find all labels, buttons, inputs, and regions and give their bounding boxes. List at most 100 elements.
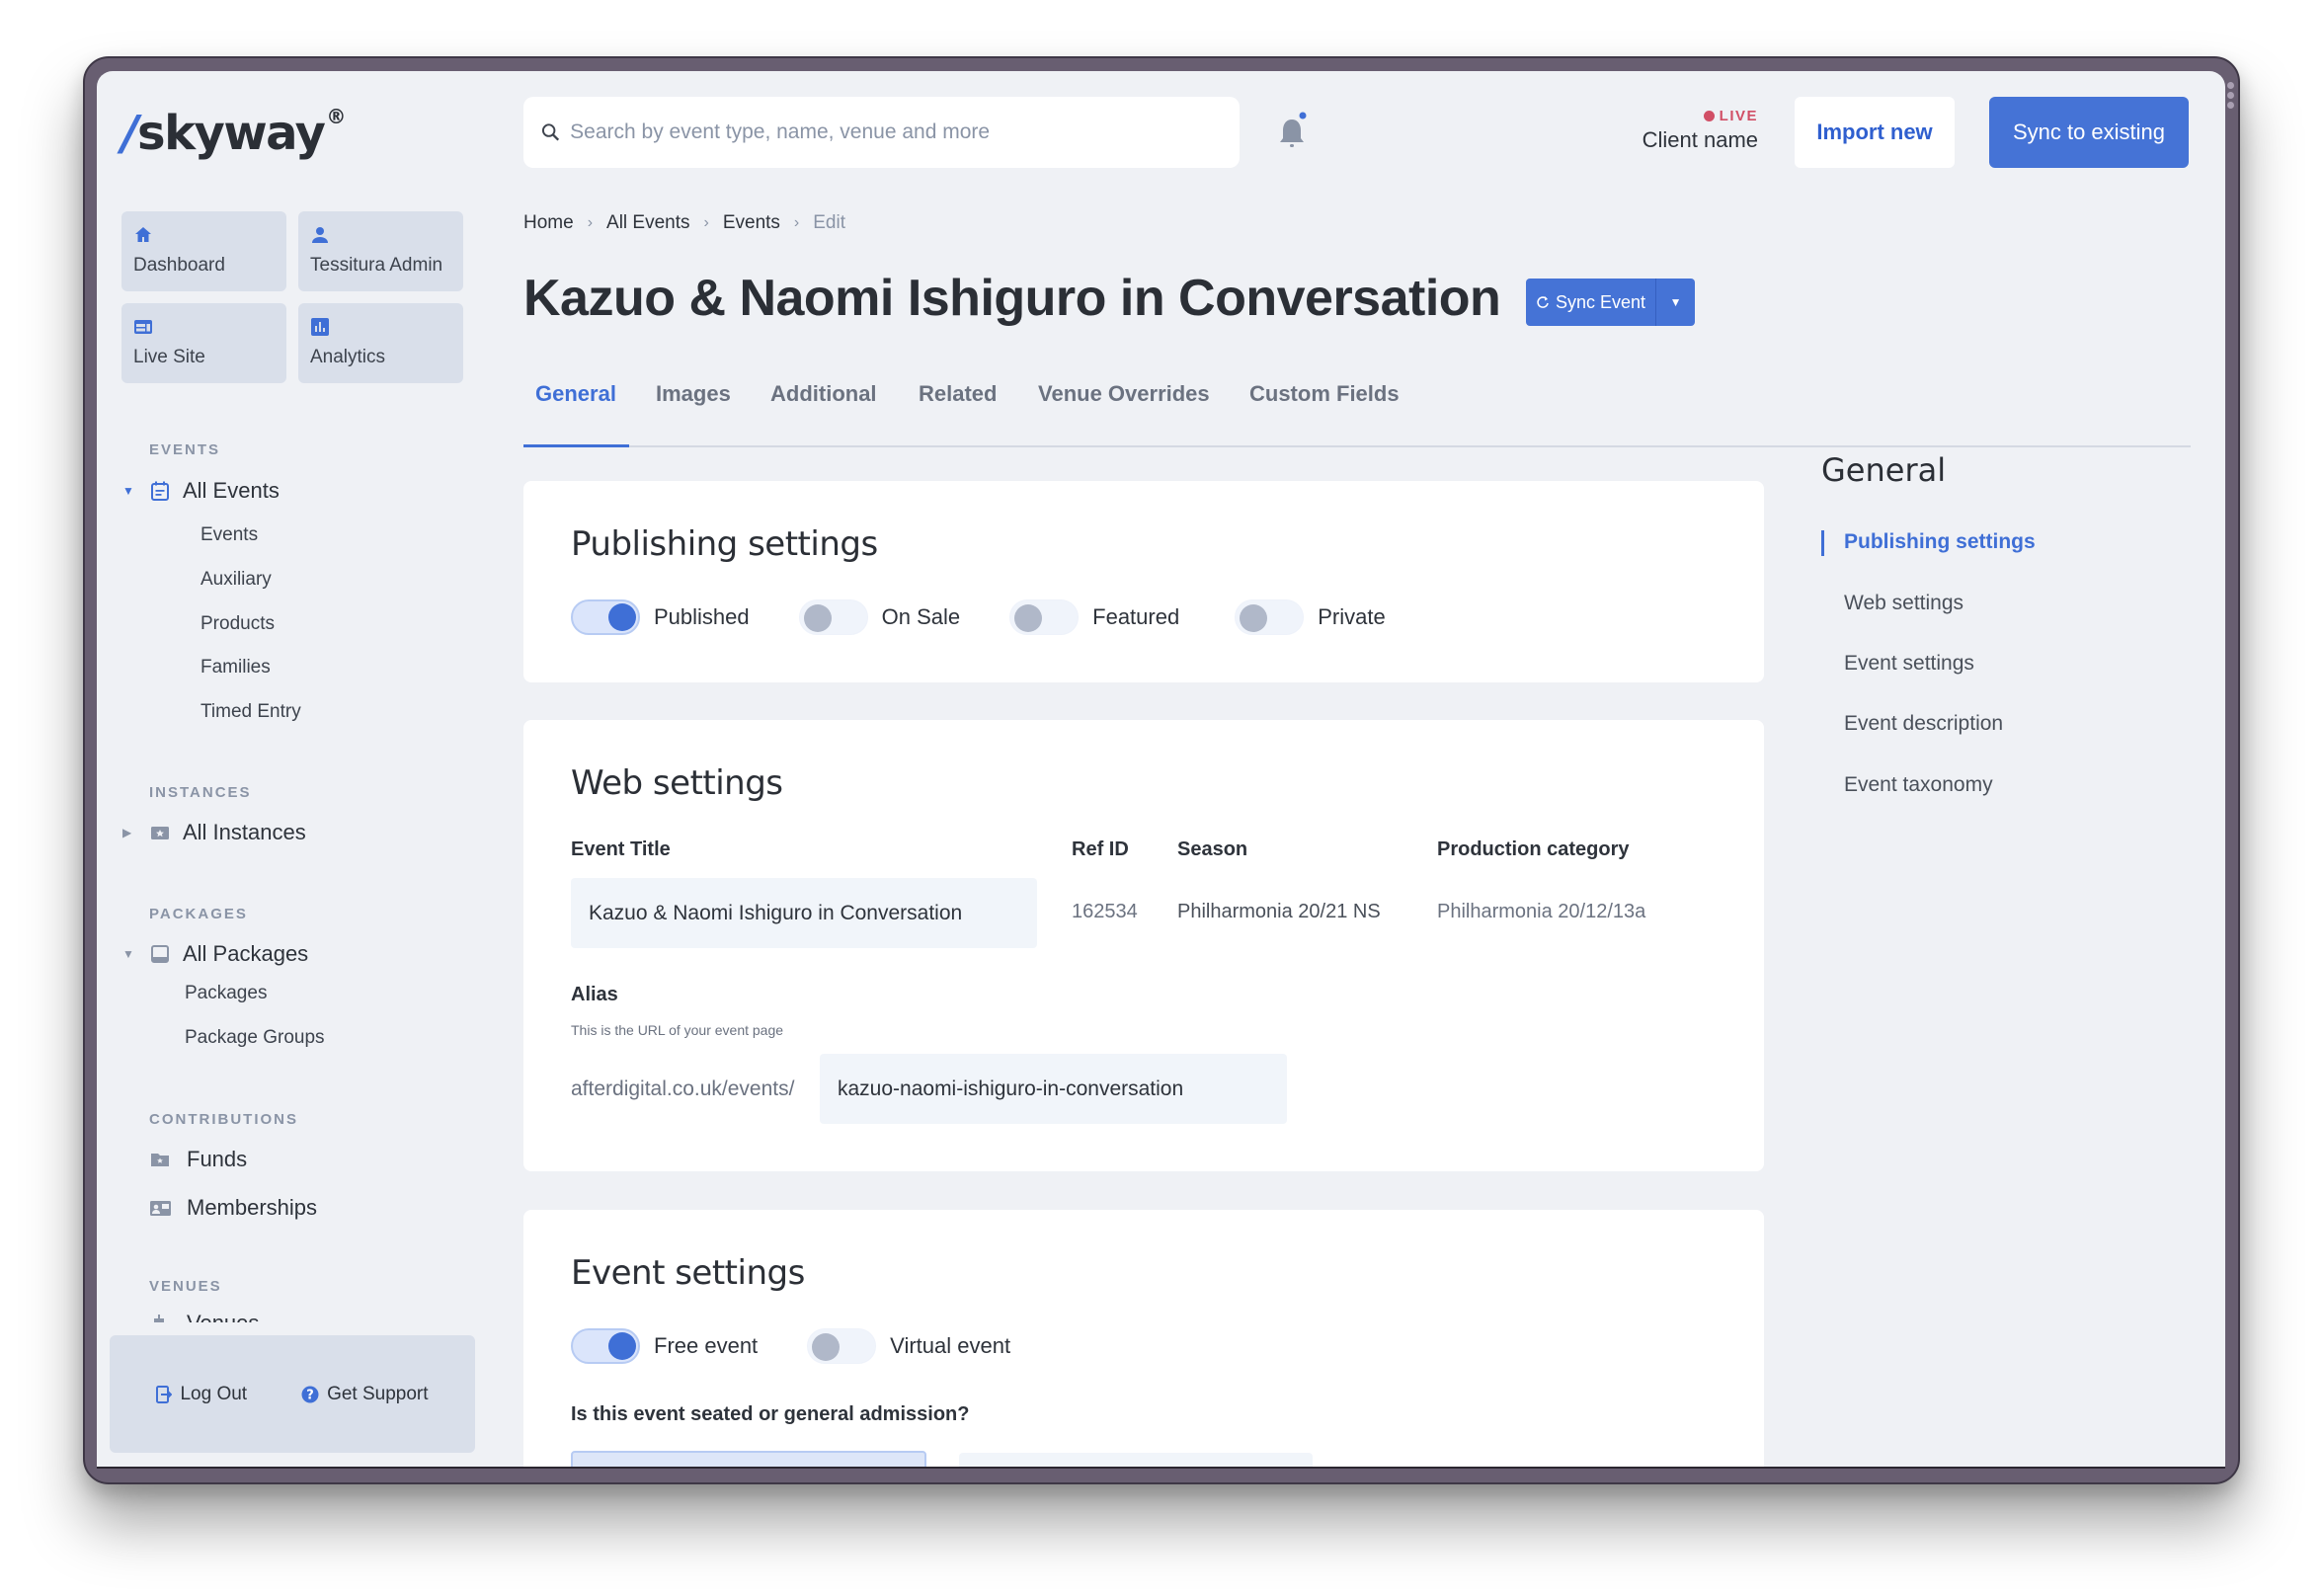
- toggle-virtual-event[interactable]: Virtual event: [807, 1328, 1010, 1364]
- quick-links: Dashboard Tessitura Admin Live Site Anal…: [121, 211, 465, 383]
- alias-prefix: afterdigital.co.uk/events/: [571, 1077, 795, 1100]
- get-support-button[interactable]: ? Get Support: [301, 1384, 429, 1405]
- sidebar-item-events[interactable]: Events: [200, 524, 258, 546]
- toggle-switch[interactable]: [1235, 599, 1305, 635]
- active-section-indicator: [1821, 530, 1824, 556]
- logout-icon: [156, 1385, 173, 1403]
- folder-star-icon: [151, 1154, 169, 1166]
- sync-event-split-button: Sync Event ▼: [1526, 279, 1696, 326]
- sidebar-item-label: All Instances: [183, 820, 306, 844]
- toggle-switch[interactable]: [571, 1328, 640, 1364]
- quick-link-label: Live Site: [133, 347, 205, 367]
- quick-link-label: Analytics: [310, 347, 386, 367]
- toggle-switch[interactable]: [807, 1328, 877, 1364]
- sidebar-item-label: Funds: [187, 1147, 248, 1171]
- breadcrumb-events[interactable]: Events: [723, 212, 780, 234]
- toggle-free-event[interactable]: Free event: [571, 1328, 758, 1364]
- quick-link-analytics[interactable]: Analytics: [298, 303, 463, 383]
- breadcrumb-all-events[interactable]: All Events: [606, 212, 689, 234]
- sidebar-item-all-events[interactable]: ▼ All Events: [122, 478, 280, 504]
- sidebar-item-venues[interactable]: Venues: [149, 1311, 259, 1322]
- sidebar-item-funds[interactable]: Funds: [149, 1147, 247, 1172]
- tab-venue-overrides[interactable]: Venue Overrides: [1038, 377, 1210, 447]
- tab-custom-fields[interactable]: Custom Fields: [1249, 377, 1400, 447]
- live-status-badge: LIVE: [1618, 108, 1758, 124]
- search-input[interactable]: [570, 120, 1222, 144]
- client-info: LIVE Client name: [1618, 108, 1758, 153]
- breadcrumb: Home › All Events › Events › Edit: [523, 212, 845, 234]
- general-admission-option[interactable]: [959, 1453, 1313, 1467]
- production-category-value: Philharmonia 20/12/13a: [1437, 901, 1646, 922]
- section-heading: Publishing settings: [571, 524, 878, 564]
- section-link-event-settings[interactable]: Event settings: [1844, 652, 1974, 676]
- toggle-private[interactable]: Private: [1235, 599, 1386, 635]
- ticket-icon: [151, 827, 169, 839]
- sync-event-dropdown[interactable]: ▼: [1655, 279, 1696, 326]
- page-title: Kazuo & Naomi Ishiguro in Conversation: [523, 270, 1501, 327]
- sidebar-item-memberships[interactable]: Memberships: [149, 1195, 317, 1221]
- sidebar-item-package-groups[interactable]: Package Groups: [185, 1027, 325, 1049]
- breadcrumb-current: Edit: [813, 212, 845, 233]
- section-link-publishing[interactable]: Publishing settings: [1844, 530, 2036, 554]
- sync-to-existing-button[interactable]: Sync to existing: [1989, 97, 2189, 168]
- tab-related[interactable]: Related: [919, 377, 997, 447]
- event-title-input[interactable]: [571, 878, 1037, 948]
- refresh-icon: [1537, 296, 1549, 308]
- toggle-switch[interactable]: [1009, 599, 1080, 635]
- logout-button[interactable]: Log Out: [156, 1384, 247, 1405]
- sidebar-item-auxiliary[interactable]: Auxiliary: [200, 569, 272, 591]
- sidebar-item-timed-entry[interactable]: Timed Entry: [200, 701, 301, 723]
- app-screen: /skyway ® Dashboard Tessitura Admin Live …: [97, 71, 2225, 1469]
- notification-dot: [1299, 112, 1307, 120]
- browser-icon: [134, 320, 152, 334]
- section-nav: General Publishing settings Web settings…: [1821, 451, 2197, 796]
- window-handle[interactable]: [2227, 82, 2234, 109]
- sidebar-item-all-instances[interactable]: ▶ All Instances: [122, 820, 306, 845]
- section-link-event-taxonomy[interactable]: Event taxonomy: [1844, 773, 1993, 797]
- search-box[interactable]: [523, 97, 1240, 168]
- quick-link-label: Dashboard: [133, 255, 225, 276]
- skyway-logo[interactable]: /skyway ®: [121, 105, 346, 161]
- toggle-on-sale[interactable]: On Sale: [798, 599, 960, 635]
- sync-event-button[interactable]: Sync Event: [1526, 279, 1656, 326]
- section-link-event-description[interactable]: Event description: [1844, 712, 2003, 736]
- tab-additional[interactable]: Additional: [770, 377, 877, 447]
- section-title-packages: PACKAGES: [149, 906, 248, 922]
- caret-down-icon[interactable]: ▼: [122, 484, 134, 498]
- toggle-switch[interactable]: [571, 599, 640, 635]
- publishing-settings-card: Publishing settings Published On Sale Fe…: [523, 481, 1764, 682]
- admission-question: Is this event seated or general admissio…: [571, 1403, 970, 1425]
- notifications-button[interactable]: [1272, 111, 1312, 154]
- calendar-icon: [151, 481, 169, 501]
- breadcrumb-home[interactable]: Home: [523, 212, 574, 234]
- sidebar-footer: Log Out ? Get Support: [110, 1335, 475, 1453]
- sidebar-item-products[interactable]: Products: [200, 613, 275, 635]
- search-icon: [541, 123, 560, 141]
- section-link-web[interactable]: Web settings: [1844, 592, 1963, 615]
- web-settings-card: Web settings Event Title Ref ID 162534 S…: [523, 720, 1764, 1171]
- sidebar-item-all-packages[interactable]: ▼ All Packages: [122, 941, 309, 967]
- alias-input[interactable]: [820, 1054, 1287, 1124]
- quick-link-tessitura-admin[interactable]: Tessitura Admin: [298, 211, 463, 291]
- building-icon: [154, 1315, 164, 1322]
- sidebar-item-packages[interactable]: Packages: [185, 983, 267, 1004]
- quick-link-dashboard[interactable]: Dashboard: [121, 211, 286, 291]
- sidebar-item-families[interactable]: Families: [200, 657, 271, 678]
- toggle-published[interactable]: Published: [571, 599, 750, 635]
- sidebar-nav: EVENTS ▼ All Events Events Auxiliary Pro…: [97, 427, 492, 1322]
- caret-down-icon[interactable]: ▼: [122, 947, 134, 961]
- publishing-toggles: Published On Sale Featured Private: [571, 599, 1435, 635]
- tab-images[interactable]: Images: [656, 377, 731, 447]
- id-card-icon: [150, 1201, 171, 1216]
- toggle-featured[interactable]: Featured: [1009, 599, 1179, 635]
- toggle-switch[interactable]: [798, 599, 868, 635]
- caret-down-icon: ▼: [1669, 295, 1682, 309]
- logout-label: Log Out: [180, 1383, 248, 1404]
- tab-general[interactable]: General: [535, 377, 616, 447]
- section-title-instances: INSTANCES: [149, 784, 252, 801]
- caret-right-icon[interactable]: ▶: [122, 826, 132, 839]
- seated-option[interactable]: [571, 1451, 926, 1467]
- sidebar-item-label: All Packages: [183, 941, 309, 966]
- import-new-button[interactable]: Import new: [1795, 97, 1955, 168]
- quick-link-live-site[interactable]: Live Site: [121, 303, 286, 383]
